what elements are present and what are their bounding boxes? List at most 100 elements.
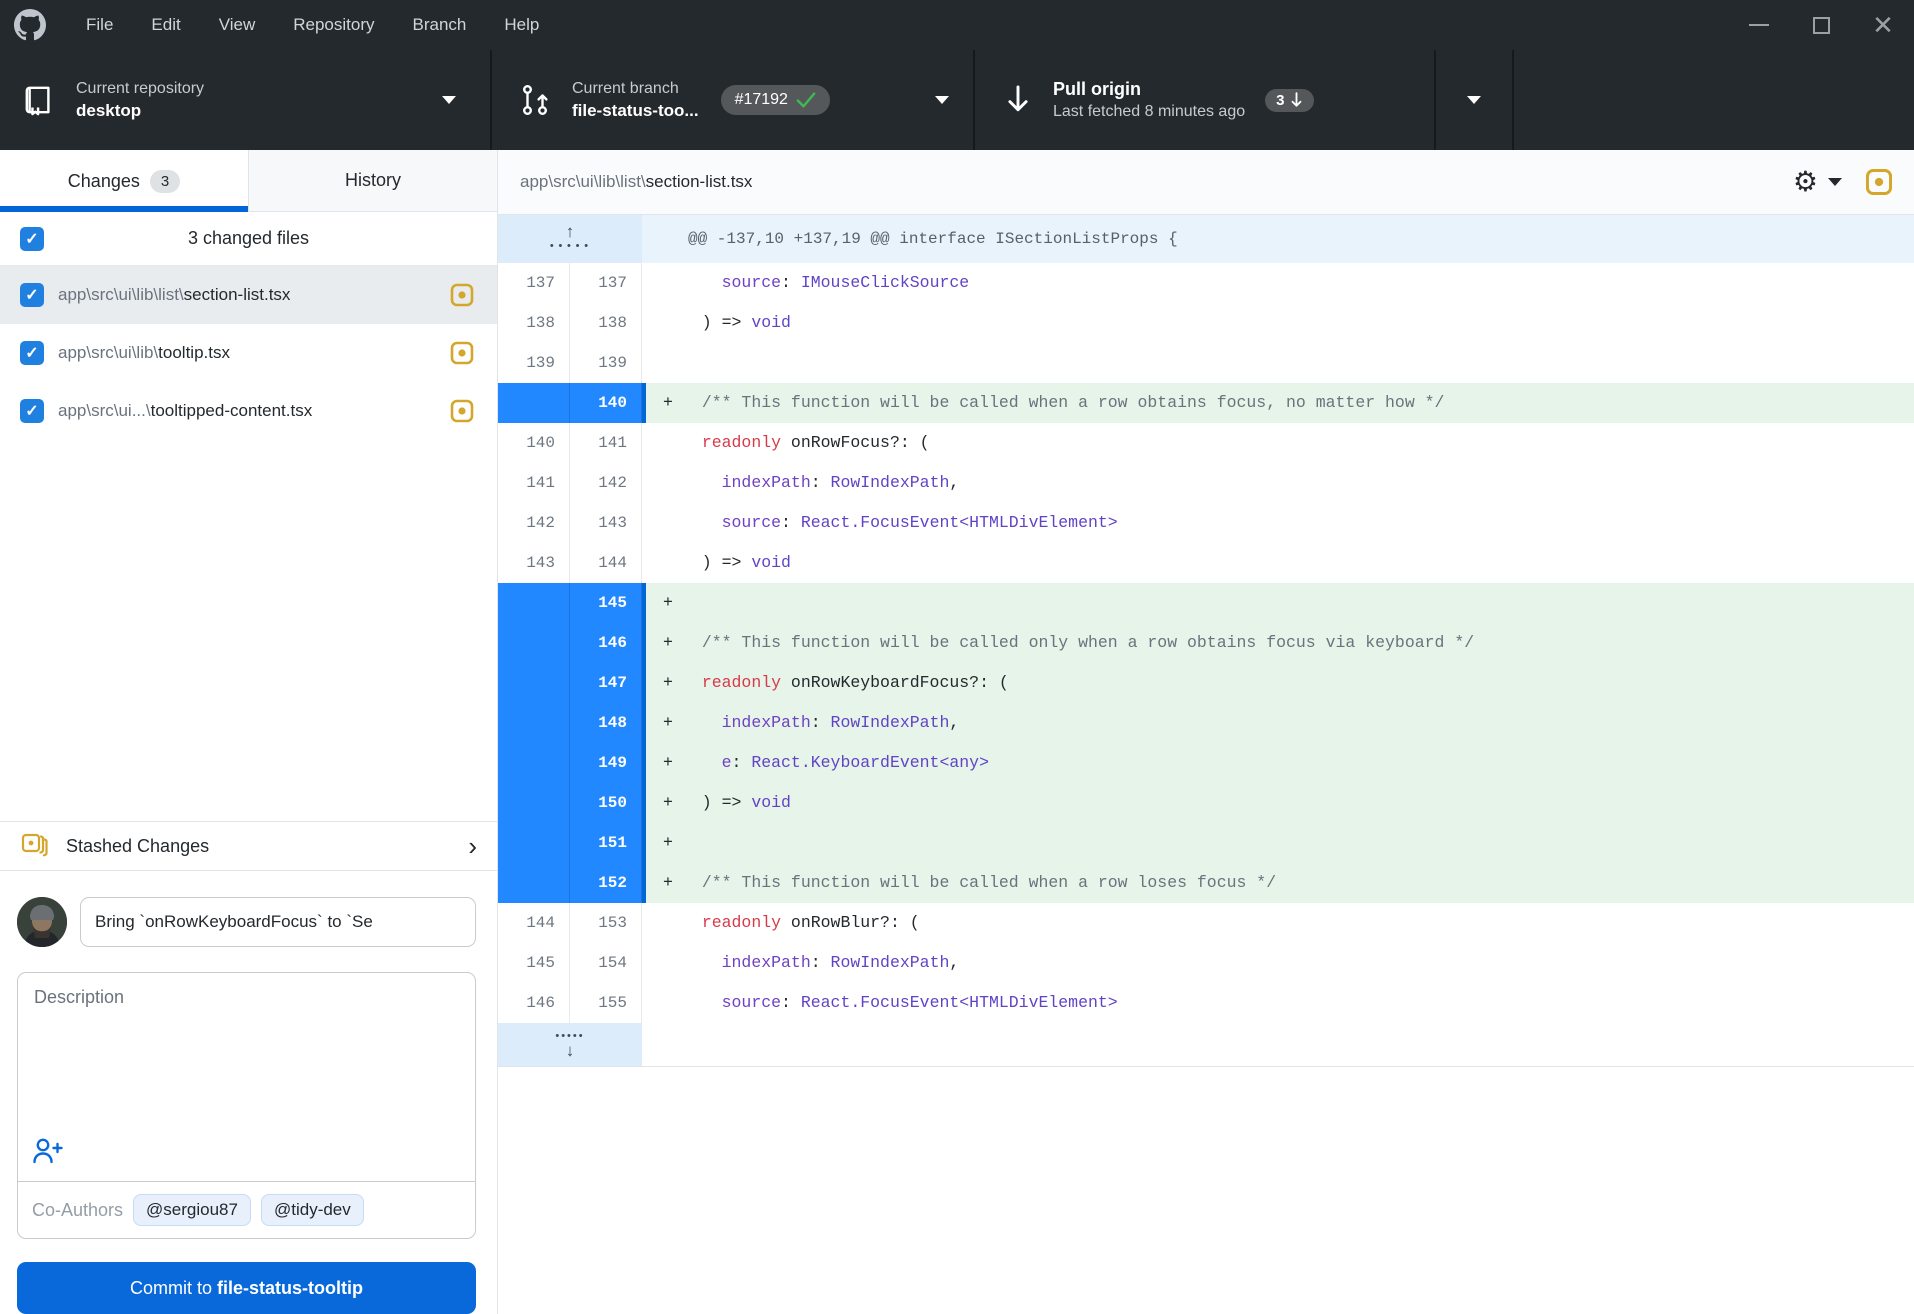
new-line-number: 141 (570, 423, 642, 463)
diff-marker: + (646, 783, 682, 823)
diff-line-row[interactable]: 149+ e: React.KeyboardEvent<any> (498, 743, 1914, 783)
old-line-number: 140 (498, 423, 570, 463)
old-line-number: 141 (498, 463, 570, 503)
coauthor-chip[interactable]: @tidy-dev (261, 1194, 364, 1226)
current-repository-button[interactable]: Current repository desktop (0, 50, 492, 150)
diff-line-row[interactable]: 151+ (498, 823, 1914, 863)
diff-line-row[interactable]: 147+ readonly onRowKeyboardFocus?: ( (498, 663, 1914, 703)
minimize-button[interactable] (1728, 0, 1790, 50)
commit-description-input[interactable]: Description (18, 973, 475, 1181)
old-line-number (498, 583, 570, 623)
code-line: + /** This function will be called when … (646, 863, 1914, 903)
repo-name: desktop (76, 101, 204, 121)
new-line-number: 143 (570, 503, 642, 543)
menu-edit[interactable]: Edit (139, 9, 192, 41)
toolbar: Current repository desktop Current branc… (0, 50, 1914, 150)
tab-history[interactable]: History (248, 150, 497, 212)
hunk-header-row: ↑••••• @@ -137,10 +137,19 @@ interface I… (498, 215, 1914, 263)
diff-line-row[interactable]: 146+ /** This function will be called on… (498, 623, 1914, 663)
diff-marker: + (646, 383, 682, 423)
pull-origin-button[interactable]: Pull origin Last fetched 8 minutes ago 3 (975, 50, 1436, 150)
diff-marker: + (646, 743, 682, 783)
diff-line-row[interactable]: 140141 readonly onRowFocus?: ( (498, 423, 1914, 463)
select-all-checkbox[interactable]: ✓ (20, 227, 44, 251)
commit-button[interactable]: Commit to file-status-tooltip (17, 1262, 476, 1314)
pull-options-button[interactable] (1436, 50, 1514, 150)
coauthors-row[interactable]: Co-Authors @sergiou87@tidy-dev (18, 1181, 475, 1238)
titlebar: File Edit View Repository Branch Help ✕ (0, 0, 1914, 50)
close-button[interactable]: ✕ (1852, 0, 1914, 50)
bottom-expander-row: •••••↓ (498, 1023, 1914, 1067)
file-checkbox[interactable]: ✓ (20, 341, 44, 365)
chevron-down-icon (1467, 96, 1481, 104)
file-checkbox[interactable]: ✓ (20, 399, 44, 423)
code-line: indexPath: RowIndexPath, (646, 943, 1914, 983)
diff-options-button[interactable]: ⚙ (1793, 168, 1842, 196)
window-controls: ✕ (1728, 0, 1914, 50)
diff-line-row[interactable]: 152+ /** This function will be called wh… (498, 863, 1914, 903)
expand-hunk-up-button[interactable]: ↑••••• (498, 215, 642, 263)
pr-badge[interactable]: #17192 (721, 85, 830, 115)
tab-changes[interactable]: Changes 3 (0, 150, 248, 212)
repo-icon (24, 83, 54, 117)
diff-line-row[interactable]: 141142 indexPath: RowIndexPath, (498, 463, 1914, 503)
stashed-changes-row[interactable]: Stashed Changes › (0, 821, 497, 871)
pull-subtitle: Last fetched 8 minutes ago (1053, 103, 1245, 121)
diff-marker: + (646, 703, 682, 743)
code-line: + /** This function will be called when … (646, 383, 1914, 423)
new-line-number: 154 (570, 943, 642, 983)
menu-branch[interactable]: Branch (401, 9, 479, 41)
diff-line-row[interactable]: 140+ /** This function will be called wh… (498, 383, 1914, 423)
file-list-empty-space (0, 440, 497, 821)
modified-status-icon (449, 398, 475, 424)
diff-line-row[interactable]: 138138 ) => void (498, 303, 1914, 343)
chevron-right-icon: › (468, 833, 477, 859)
diff-line-row[interactable]: 146155 source: React.FocusEvent<HTMLDivE… (498, 983, 1914, 1023)
menu-file[interactable]: File (74, 9, 125, 41)
expand-hunk-down-button[interactable]: •••••↓ (498, 1023, 642, 1066)
gear-icon: ⚙ (1793, 168, 1818, 196)
diff-line-row[interactable]: 145154 indexPath: RowIndexPath, (498, 943, 1914, 983)
changed-file-list: ✓app\src\ui\lib\list\section-list.tsx✓ap… (0, 266, 497, 440)
menu-help[interactable]: Help (492, 9, 551, 41)
file-path: app\src\ui...\tooltipped-content.tsx (58, 401, 441, 421)
diff-line-row[interactable]: 137137 source: IMouseClickSource (498, 263, 1914, 303)
modified-status-icon (449, 340, 475, 366)
current-branch-button[interactable]: Current branch file-status-too... #17192 (492, 50, 975, 150)
coauthor-chip[interactable]: @sergiou87 (133, 1194, 251, 1226)
file-checkbox[interactable]: ✓ (20, 283, 44, 307)
maximize-button[interactable] (1790, 0, 1852, 50)
menu-view[interactable]: View (207, 9, 268, 41)
modified-status-icon (1864, 167, 1894, 197)
diff-marker: + (646, 623, 682, 663)
old-line-number: 138 (498, 303, 570, 343)
diff-line-row[interactable]: 139139 (498, 343, 1914, 383)
diff-marker: + (646, 823, 682, 863)
diff-line-row[interactable]: 145+ (498, 583, 1914, 623)
file-row[interactable]: ✓ app\src\ui...\tooltipped-content.tsx (0, 382, 497, 440)
chevron-down-icon (442, 96, 456, 104)
old-line-number (498, 663, 570, 703)
diff-file-name: section-list.tsx (646, 172, 753, 191)
chevron-down-icon (1828, 178, 1842, 186)
menu-repository[interactable]: Repository (281, 9, 386, 41)
diff-marker: + (646, 663, 682, 703)
diff-line-row[interactable]: 144153 readonly onRowBlur?: ( (498, 903, 1914, 943)
diff-line-row[interactable]: 143144 ) => void (498, 543, 1914, 583)
diff-line-row[interactable]: 150+ ) => void (498, 783, 1914, 823)
code-line: + ) => void (646, 783, 1914, 823)
new-line-number: 147 (570, 663, 642, 703)
diff-file-header: app\src\ui\lib\list\section-list.tsx ⚙ (498, 150, 1914, 215)
file-row[interactable]: ✓app\src\ui\lib\list\section-list.tsx (0, 266, 497, 324)
commit-summary-input[interactable] (80, 897, 476, 947)
diff-marker: + (646, 863, 682, 903)
add-coauthor-icon[interactable] (32, 1136, 64, 1169)
git-branch-icon (520, 82, 550, 118)
new-line-number: 153 (570, 903, 642, 943)
diff-line-row[interactable]: 148+ indexPath: RowIndexPath, (498, 703, 1914, 743)
diff-line-row[interactable]: 142143 source: React.FocusEvent<HTMLDivE… (498, 503, 1914, 543)
avatar (17, 897, 67, 947)
file-row[interactable]: ✓app\src\ui\lib\tooltip.tsx (0, 324, 497, 382)
repo-label: Current repository (76, 80, 204, 98)
code-line: + /** This function will be called only … (646, 623, 1914, 663)
